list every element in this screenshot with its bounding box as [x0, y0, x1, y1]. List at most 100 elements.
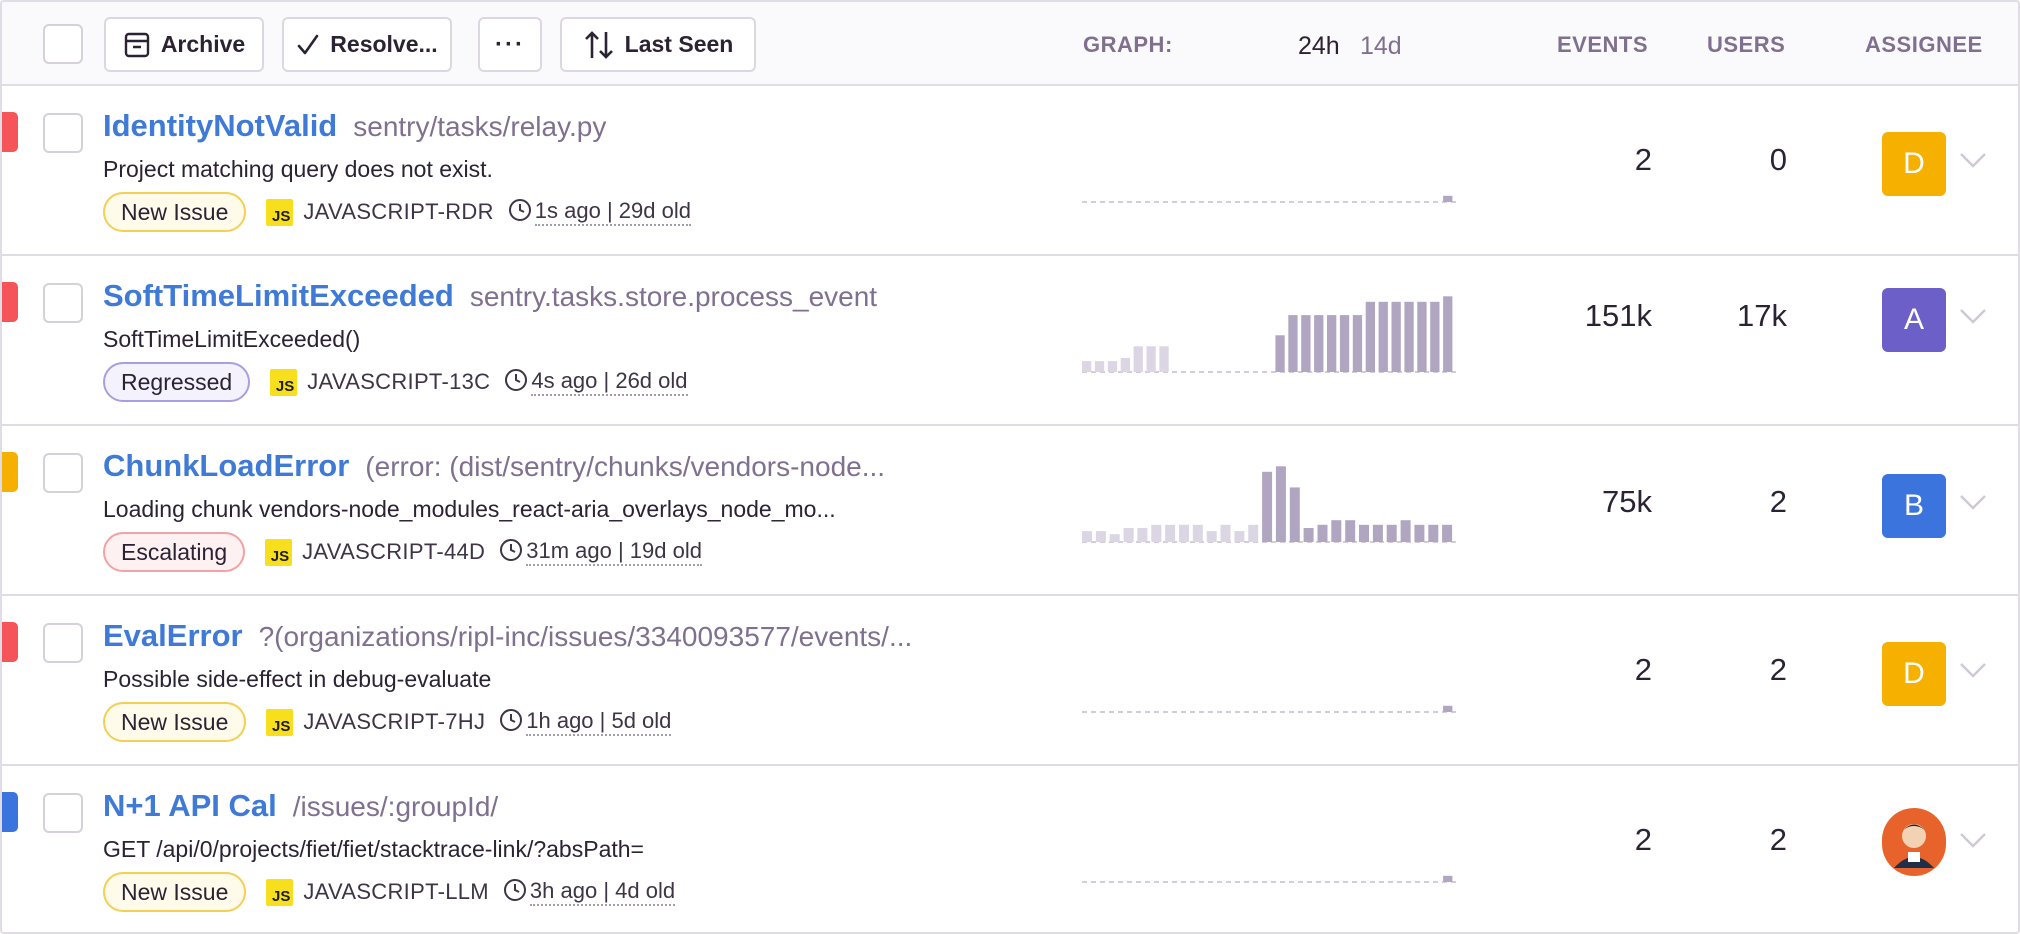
assignee-avatar[interactable]: D	[1882, 132, 1946, 196]
issue-title-link[interactable]: IdentityNotValid	[103, 108, 337, 144]
issue-row[interactable]: SoftTimeLimitExceeded sentry.tasks.store.…	[2, 256, 2018, 426]
events-count: 151k	[1584, 298, 1652, 333]
period-24h-toggle[interactable]: 24h	[1298, 32, 1340, 61]
sparkline-bar	[1220, 524, 1231, 542]
issue-row[interactable]: IdentityNotValid sentry/tasks/relay.py Pro…	[2, 86, 2018, 256]
sparkline-bar	[1352, 315, 1363, 372]
issue-message: Loading chunk vendors-node_modules_react…	[103, 496, 836, 522]
assignee-avatar[interactable]	[1882, 808, 1946, 876]
issue-short-id[interactable]: JAVASCRIPT-13C	[307, 369, 490, 395]
users-count: 17k	[1737, 298, 1787, 333]
sort-button[interactable]: Last Seen	[560, 17, 756, 72]
sparkline-bar	[1082, 531, 1092, 542]
resolve-button[interactable]: Resolve...	[282, 17, 452, 72]
sparkline-bar	[1095, 531, 1106, 542]
more-actions-button[interactable]: ···	[478, 17, 542, 72]
issue-meta: New Issue JS JAVASCRIPT-7HJ 1h ago | 5d old	[103, 702, 672, 742]
chevron-down-icon[interactable]	[1958, 492, 1988, 517]
sparkline-bar	[1430, 301, 1440, 372]
chevron-down-icon[interactable]	[1958, 660, 1988, 685]
users-header[interactable]: USERS	[1707, 32, 1785, 58]
issue-times[interactable]: 1s ago | 29d old	[534, 198, 691, 226]
sparkline-bar	[1327, 315, 1337, 372]
sparkline-bar	[1159, 346, 1169, 372]
issue-times[interactable]: 1h ago | 5d old	[526, 708, 672, 736]
status-badge: Escalating	[103, 532, 246, 572]
javascript-platform-icon: JS	[265, 538, 293, 566]
user-photo-icon	[1882, 808, 1946, 880]
users-count: 2	[1769, 484, 1787, 519]
level-indicator	[2, 112, 18, 152]
sparkline-bar	[1443, 296, 1453, 372]
sparkline-bar	[1339, 315, 1350, 372]
issue-checkbox[interactable]	[43, 623, 83, 663]
issue-checkbox[interactable]	[43, 793, 83, 833]
sparkline-bar	[1331, 520, 1342, 542]
issue-checkbox[interactable]	[43, 283, 83, 323]
issue-times[interactable]: 4s ago | 26d old	[531, 368, 688, 396]
sparkline-bar	[1400, 520, 1411, 542]
issue-times[interactable]: 3h ago | 4d old	[529, 878, 676, 906]
issue-culprit: sentry.tasks.store.process_event	[469, 281, 878, 312]
issue-times[interactable]: 31m ago | 19d old	[526, 538, 702, 566]
issue-meta: New Issue JS JAVASCRIPT-RDR 1s ago | 29d ol…	[103, 192, 691, 232]
sparkline-bar	[1289, 487, 1300, 542]
clock-icon	[503, 878, 527, 907]
clock-icon	[504, 368, 528, 397]
archive-icon	[123, 31, 151, 59]
issue-row[interactable]: EvalError ?(organizations/ripl-inc/issues…	[2, 596, 2018, 766]
assignee-avatar[interactable]: B	[1882, 474, 1946, 538]
chevron-down-icon[interactable]	[1958, 830, 1988, 855]
issue-meta: Regressed JS JAVASCRIPT-13C 4s ago | 26d ol…	[103, 362, 688, 402]
issue-meta: Escalating JS JAVASCRIPT-44D 31m ago | 19d …	[103, 532, 702, 572]
chevron-down-icon[interactable]	[1958, 150, 1988, 175]
sparkline-bar	[1288, 315, 1298, 372]
archive-button[interactable]: Archive	[104, 17, 264, 72]
issue-row[interactable]: ChunkLoadError (error: (dist/sentry/chunk…	[2, 426, 2018, 596]
sparkline-bar	[1275, 466, 1286, 542]
assignee-avatar[interactable]: D	[1882, 642, 1946, 706]
issue-message: GET /api/0/projects/fiet/fiet/stacktrace…	[103, 836, 644, 862]
events-count: 2	[1634, 822, 1652, 857]
level-indicator	[2, 452, 18, 492]
sparkline-bar	[1417, 301, 1427, 372]
event-sparkline	[1082, 705, 1456, 713]
issue-checkbox[interactable]	[43, 453, 83, 493]
level-indicator	[2, 282, 18, 322]
sparkline-bar	[1165, 524, 1176, 542]
sparkline-bar	[1378, 301, 1388, 372]
issue-title-link[interactable]: SoftTimeLimitExceeded	[103, 278, 454, 314]
issue-short-id[interactable]: JAVASCRIPT-44D	[302, 539, 485, 565]
status-badge: New Issue	[103, 192, 247, 232]
assignee-initial: A	[1903, 303, 1924, 336]
issue-title-link[interactable]: N+1 API Cal	[103, 788, 277, 824]
users-count: 0	[1769, 142, 1787, 177]
javascript-platform-icon: JS	[266, 878, 294, 906]
events-header[interactable]: EVENTS	[1557, 32, 1648, 58]
assignee-initial: B	[1903, 489, 1924, 522]
status-badge: New Issue	[103, 872, 247, 912]
issue-title-link[interactable]: ChunkLoadError	[103, 448, 349, 484]
select-all-checkbox[interactable]	[43, 24, 83, 64]
sparkline-bar	[1303, 528, 1314, 542]
sparkline-bar	[1442, 524, 1453, 542]
issue-culprit: /issues/:groupId/	[292, 791, 499, 822]
chevron-down-icon[interactable]	[1958, 306, 1988, 331]
issue-title-link[interactable]: EvalError	[103, 618, 243, 654]
clock-icon	[499, 538, 523, 567]
assignee-avatar[interactable]: A	[1882, 288, 1946, 352]
sparkline-bar	[1443, 195, 1453, 202]
period-14d-toggle[interactable]: 14d	[1360, 32, 1402, 61]
issue-message: Possible side-effect in debug-evaluate	[103, 666, 492, 692]
issue-short-id[interactable]: JAVASCRIPT-7HJ	[303, 709, 485, 735]
sparkline-bar	[1151, 524, 1162, 542]
level-indicator	[2, 622, 18, 662]
sparkline-bar	[1314, 315, 1324, 372]
issue-short-id[interactable]: JAVASCRIPT-RDR	[303, 199, 493, 225]
sparkline-bar	[1206, 531, 1217, 542]
issue-row[interactable]: N+1 API Cal/issues/:groupId/GET /api/0/p…	[2, 766, 2018, 932]
sparkline-bar	[1345, 520, 1356, 542]
issue-checkbox[interactable]	[43, 113, 83, 153]
sort-arrows-icon	[583, 29, 615, 61]
issue-short-id[interactable]: JAVASCRIPT-LLM	[303, 879, 489, 905]
